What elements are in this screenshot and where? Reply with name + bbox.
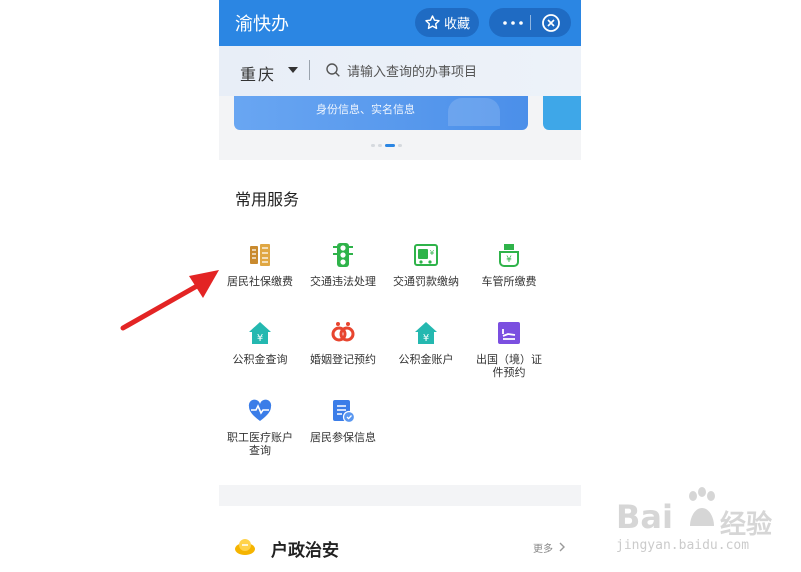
- service-label: 公积金查询: [232, 353, 288, 366]
- svg-text:¥: ¥: [506, 255, 512, 265]
- carousel-dot: [398, 144, 402, 147]
- banner-text: 身份信息、实名信息: [316, 103, 415, 116]
- service-label: 车管所缴费: [481, 275, 537, 288]
- fine-payment-icon: ¥: [414, 244, 438, 266]
- carousel-dot: [378, 144, 382, 147]
- search-icon: [326, 63, 340, 77]
- search-divider: [309, 60, 310, 80]
- carousel-dot-active: [385, 144, 395, 147]
- tax-icon: [250, 244, 270, 266]
- caret-down-icon[interactable]: [288, 67, 298, 73]
- housing-fund-account-icon: ¥: [415, 322, 437, 344]
- close-miniapp-icon[interactable]: [541, 13, 561, 33]
- banner-decoration: [448, 98, 500, 126]
- watermark-brand-suffix: 经验: [720, 510, 773, 540]
- service-traffic-violation[interactable]: 交通违法处理: [303, 242, 383, 312]
- city-selector[interactable]: 重庆: [240, 61, 276, 85]
- vehicle-office-icon: ¥: [499, 244, 519, 267]
- miniapp-capsule: [489, 8, 571, 37]
- service-traffic-fine[interactable]: ¥ 交通罚款缴纳: [386, 242, 466, 312]
- service-label-line2: 查询: [249, 444, 271, 457]
- police-badge-icon: [235, 539, 255, 555]
- service-label: 交通罚款缴纳: [393, 275, 459, 288]
- service-vehicle-office-payment[interactable]: ¥ 车管所缴费: [469, 242, 549, 312]
- housing-fund-icon: ¥: [249, 322, 271, 344]
- watermark-brand: Bai: [616, 498, 673, 536]
- banner-card-next[interactable]: [543, 96, 581, 130]
- svg-text:¥: ¥: [430, 249, 435, 257]
- carousel-dot: [371, 144, 375, 147]
- search-bar: 重庆 请输入查询的办事项目: [219, 46, 581, 96]
- star-icon: [425, 15, 440, 30]
- annotation-arrow-icon: [120, 270, 219, 331]
- service-medical-account-query[interactable]: 职工医疗账户 查询: [220, 398, 300, 468]
- service-label: 职工医疗账户 查询: [220, 431, 300, 457]
- service-exit-entry-appointment[interactable]: 出国（境）证 件预约: [469, 320, 549, 390]
- app-title: 渝快办: [235, 14, 289, 35]
- marriage-icon: [331, 322, 355, 342]
- common-services-card: 常用服务 居民社保缴费 交通违法处理 ¥ 交通罚款缴纳 ¥ 车管所缴费 ¥ 公积…: [219, 160, 581, 485]
- service-label: 出国（境）证 件预约: [469, 353, 549, 379]
- service-label-line2: 件预约: [492, 366, 526, 379]
- service-label-line1: 职工医疗账户: [227, 431, 293, 444]
- capsule-divider: [530, 15, 531, 30]
- service-marriage-registration[interactable]: 婚姻登记预约: [303, 320, 383, 390]
- banner-card[interactable]: 身份信息、实名信息: [234, 96, 528, 130]
- service-label: 交通违法处理: [310, 275, 376, 288]
- service-label: 公积金账户: [398, 353, 454, 366]
- search-input[interactable]: 请输入查询的办事项目: [347, 61, 477, 80]
- title-bar: 渝快办 收藏: [219, 0, 581, 46]
- section-title: 户政治安: [271, 541, 339, 561]
- service-housing-fund-account[interactable]: ¥ 公积金账户: [386, 320, 466, 390]
- chevron-right-icon[interactable]: [557, 541, 567, 553]
- section-title: 常用服务: [235, 190, 300, 209]
- watermark: Bai 经验 jingyan.baidu.com: [612, 482, 797, 554]
- favorite-button[interactable]: 收藏: [415, 8, 479, 37]
- passport-icon: [498, 322, 520, 344]
- traffic-light-icon: [333, 243, 353, 267]
- more-options-icon[interactable]: [503, 21, 523, 25]
- insurance-doc-icon: [333, 400, 356, 424]
- more-link[interactable]: 更多: [533, 540, 553, 555]
- service-label: 婚姻登记预约: [310, 353, 376, 366]
- service-label-line1: 出国（境）证: [476, 353, 542, 366]
- carousel-indicator: [371, 144, 402, 148]
- watermark-url: jingyan.baidu.com: [616, 538, 750, 553]
- service-resident-insurance-info[interactable]: 居民参保信息: [303, 398, 383, 468]
- phone-screen: 渝快办 收藏 重庆 请输入查询的办事项目 身份信息、实名信息 常用服务 居民社保…: [219, 0, 581, 572]
- service-label: 居民参保信息: [310, 431, 376, 444]
- svg-text:¥: ¥: [423, 333, 429, 344]
- heart-pulse-icon: [248, 399, 272, 421]
- baidu-paw-icon: [689, 487, 715, 526]
- svg-text:¥: ¥: [257, 333, 263, 344]
- household-security-section: 户政治安 更多: [219, 506, 581, 572]
- favorite-label: 收藏: [443, 17, 470, 32]
